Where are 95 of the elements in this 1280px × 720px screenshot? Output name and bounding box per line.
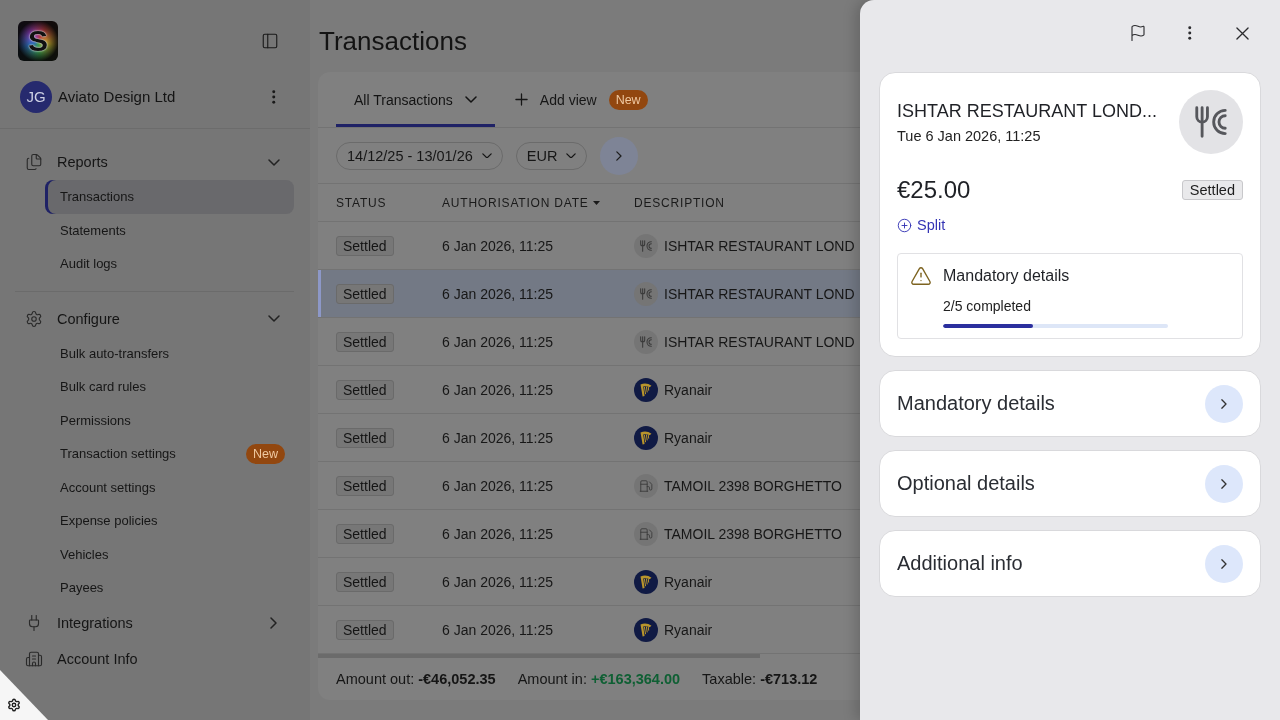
merchant-name: Ryanair <box>664 381 713 398</box>
status-badge: Settled <box>336 619 394 640</box>
status-badge: Settled <box>336 427 394 448</box>
harp-logo-icon <box>634 569 658 594</box>
chevron-right-icon <box>1205 384 1243 423</box>
progress-text: 2/5 completed <box>943 297 1032 315</box>
company-name[interactable]: Aviato Design Ltd <box>58 88 262 105</box>
sidebar-item[interactable]: Payees <box>45 571 294 605</box>
transaction-date: 6 Jan 2026, 11:25 <box>442 381 555 398</box>
avatar: JG <box>20 80 52 113</box>
add-view-button[interactable]: Add view New <box>514 72 648 127</box>
chevron-right-icon <box>616 150 623 161</box>
merchant-name: ISHTAR RESTAURANT LOND <box>664 333 855 350</box>
settings-icon <box>25 309 43 328</box>
warning-icon <box>910 265 932 287</box>
status-badge: Settled <box>336 283 394 304</box>
harp-logo-icon <box>634 425 658 450</box>
status-badge: Settled <box>336 523 394 544</box>
column-header[interactable]: DESCRIPTION <box>634 195 725 210</box>
chevron-down-icon <box>481 152 492 159</box>
column-header[interactable]: STATUS <box>336 195 387 210</box>
documents-icon <box>25 153 43 171</box>
app-logo: S <box>18 21 58 61</box>
details-section-card[interactable]: Additional info <box>879 530 1261 597</box>
close-icon <box>1235 26 1249 40</box>
merchant-name: Ryanair <box>664 429 713 446</box>
sidebar-item[interactable]: Permissions <box>45 403 294 437</box>
harp-logo-icon <box>634 617 658 642</box>
transaction-date: 6 Jan 2026, 11:25 <box>442 621 555 638</box>
transaction-date: 6 Jan 2026, 11:25 <box>442 573 555 590</box>
sidebar-section[interactable]: Integrations <box>0 604 310 641</box>
sidebar-panel-icon <box>261 32 279 50</box>
transaction-date: 6 Jan 2026, 11:25 <box>442 333 555 350</box>
view-tab[interactable]: All Transactions <box>336 72 495 127</box>
chevron-down-icon <box>566 152 577 159</box>
status-badge: Settled <box>336 379 394 400</box>
sidebar-item[interactable]: Statements <box>45 213 294 247</box>
flag-icon <box>1129 24 1147 42</box>
merchant-name: Ryanair <box>664 573 713 590</box>
sidebar-item[interactable]: Expense policies <box>45 504 294 538</box>
transaction-date: 6 Jan 2026, 11:25 <box>442 525 555 542</box>
merchant-name: TAMOIL 2398 BORGHETTO <box>664 525 842 542</box>
sidebar-section[interactable]: Configure <box>0 300 310 337</box>
split-button[interactable]: Split <box>897 216 946 234</box>
status-badge: Settled <box>336 571 394 592</box>
column-header[interactable]: AUTHORISATION DATE <box>442 195 600 210</box>
merchant-name: ISHTAR RESTAURANT LOND <box>664 237 855 254</box>
plus-circle-icon <box>897 217 912 233</box>
new-badge: New <box>608 89 648 110</box>
details-section-card[interactable]: Optional details <box>879 450 1261 517</box>
merchant-title: ISHTAR RESTAURANT LOND... <box>897 100 1158 123</box>
sidebar-item[interactable]: Bulk auto-transfers <box>45 336 294 370</box>
transaction-date: 6 Jan 2026, 11:25 <box>442 237 555 254</box>
fork-crescent-icon <box>634 329 658 354</box>
kebab-menu-icon <box>272 89 276 104</box>
details-section-card[interactable]: Mandatory details <box>879 370 1261 437</box>
building-icon <box>25 649 43 668</box>
total-summary: Taxable: -€713.12 <box>702 671 818 687</box>
transaction-amount: €25.00 <box>897 176 971 204</box>
plus-icon <box>514 93 528 106</box>
sidebar-item[interactable]: Audit logs <box>45 247 294 281</box>
checklist-title: Mandatory details <box>943 266 1071 286</box>
status-badge: Settled <box>1181 180 1243 200</box>
table-row[interactable]: Settled 6 Jan 2026, 11:25 ISHTAR RESTAURANT LOND <box>318 270 860 318</box>
fork-crescent-icon <box>634 281 658 306</box>
total-summary: Amount out: -€46,052.35 <box>336 671 496 687</box>
chevron-down-icon <box>464 96 477 103</box>
merchant-name: Ryanair <box>664 621 713 638</box>
sidebar-item[interactable]: Bulk card rules <box>45 370 294 404</box>
sidebar-section[interactable]: Account Info <box>0 640 310 677</box>
chevron-right-icon <box>1205 544 1243 583</box>
status-badge: Settled <box>336 331 394 352</box>
transaction-date: 6 Jan 2026, 11:25 <box>442 285 555 302</box>
sidebar-item[interactable]: Vehicles <box>45 537 294 571</box>
sidebar-item[interactable]: Transactions <box>45 180 294 214</box>
merchant-name: TAMOIL 2398 BORGHETTO <box>664 477 842 494</box>
harp-logo-icon <box>634 377 658 402</box>
kebab-menu-icon <box>1188 26 1192 40</box>
page-title: Transactions <box>318 24 468 58</box>
chevron-right-icon <box>1205 464 1243 503</box>
transaction-date: 6 Jan 2026, 11:25 <box>442 477 555 494</box>
new-badge: New <box>246 443 285 464</box>
transaction-datetime: Tue 6 Jan 2026, 11:25 <box>897 127 1042 146</box>
transaction-date: 6 Jan 2026, 11:25 <box>442 429 555 446</box>
status-badge: Settled <box>336 235 394 256</box>
fork-crescent-icon <box>634 233 658 258</box>
sidebar-item[interactable]: Account settings <box>45 470 294 504</box>
status-badge: Settled <box>336 475 394 496</box>
merchant-name: ISHTAR RESTAURANT LOND <box>664 285 855 302</box>
fuel-pump-icon <box>634 521 658 546</box>
fuel-pump-icon <box>634 473 658 498</box>
settings-icon <box>7 698 21 712</box>
sidebar-section[interactable]: Reports <box>0 144 310 180</box>
sidebar-item[interactable]: Transaction settings New <box>45 437 294 471</box>
total-summary: Amount in: +€163,364.00 <box>517 671 681 687</box>
